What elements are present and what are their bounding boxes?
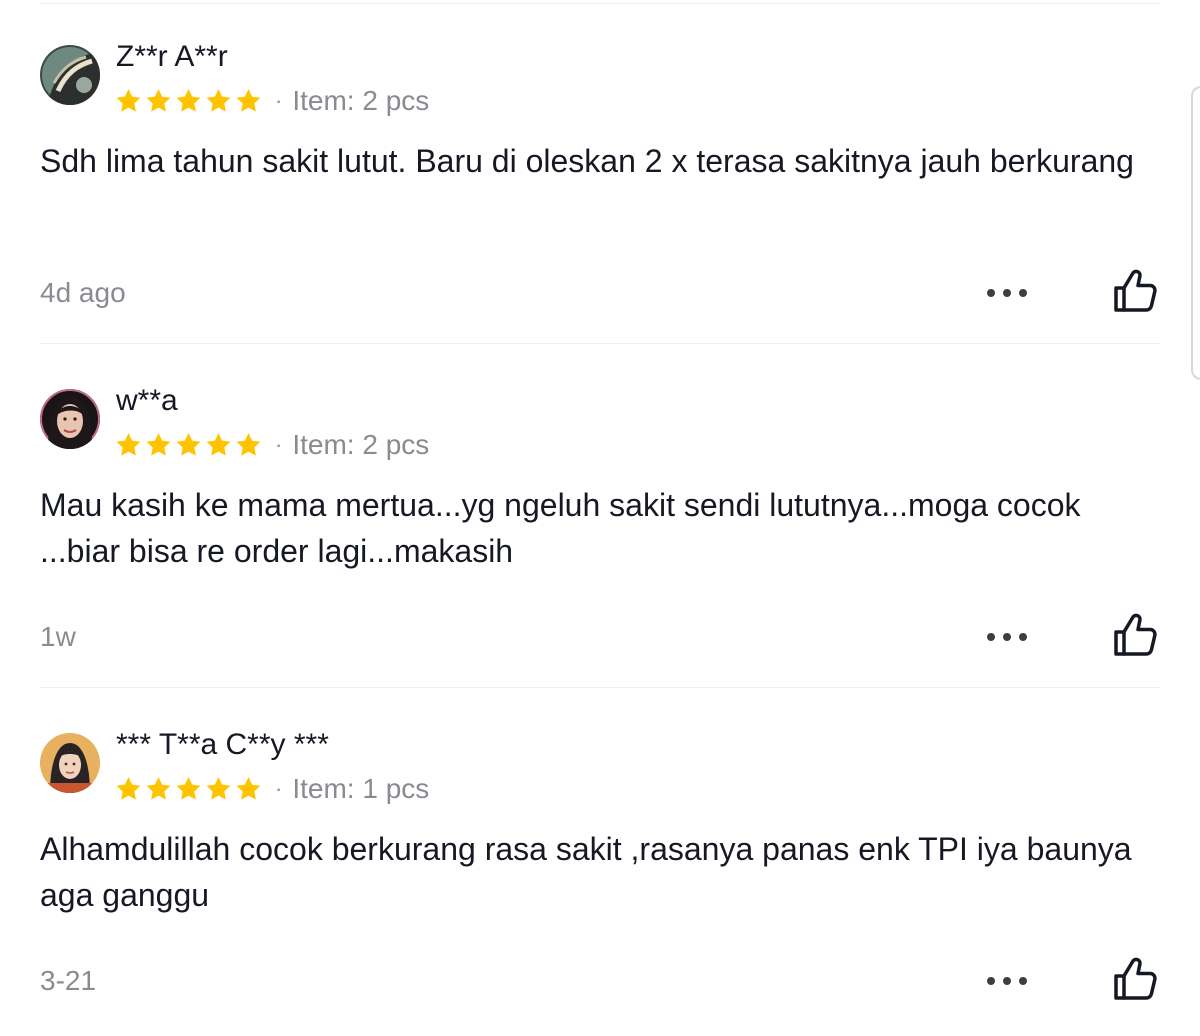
separator-dot: · xyxy=(275,432,283,457)
review-text: Mau kasih ke mama mertua...yg ngeluh sak… xyxy=(40,487,1081,569)
review-date: 3-21 xyxy=(40,965,97,996)
review-text: Alhamdulillah cocok berkurang rasa sakit… xyxy=(40,831,1132,913)
star-icon xyxy=(206,433,231,456)
star-icon xyxy=(176,777,201,800)
star-icon xyxy=(116,777,141,800)
username: Z**r A**r xyxy=(116,40,228,73)
separator-dot: · xyxy=(275,88,283,113)
star-icon xyxy=(146,777,171,800)
thumbs-up-icon xyxy=(1114,613,1157,656)
more-options-button[interactable] xyxy=(980,276,1034,310)
star-icon xyxy=(236,777,261,800)
star-icon xyxy=(116,433,141,456)
star-icon xyxy=(206,777,231,800)
like-button[interactable] xyxy=(1108,608,1162,662)
avatar[interactable] xyxy=(40,389,100,449)
review-date: 1w xyxy=(40,621,76,652)
item-variant: Item: 2 pcs xyxy=(292,429,430,460)
more-options-button[interactable] xyxy=(980,620,1034,654)
username: *** T**a C**y *** xyxy=(116,728,329,761)
more-options-button[interactable] xyxy=(980,964,1034,998)
more-options-icon xyxy=(987,289,1027,297)
star-rating xyxy=(114,431,263,459)
star-icon xyxy=(116,89,141,112)
rating-row: · Item: 2 pcs xyxy=(114,425,429,465)
star-rating xyxy=(114,775,263,803)
rating-row: · Item: 2 pcs xyxy=(114,81,429,121)
star-icon xyxy=(146,89,171,112)
star-icon xyxy=(236,89,261,112)
more-options-icon xyxy=(987,633,1027,641)
star-icon xyxy=(176,89,201,112)
review-text: Sdh lima tahun sakit lutut. Baru di oles… xyxy=(40,143,1134,179)
more-options-icon xyxy=(987,977,1027,985)
reviews-page: Z**r A**r · Item: 2 pcs Sdh lima tahun s… xyxy=(0,0,1200,1036)
like-button[interactable] xyxy=(1108,952,1162,1006)
star-icon xyxy=(206,89,231,112)
item-variant: Item: 1 pcs xyxy=(292,773,430,804)
username: w**a xyxy=(116,384,178,417)
thumbs-up-icon xyxy=(1114,269,1157,312)
like-button[interactable] xyxy=(1108,264,1162,318)
review-item: Z**r A**r · Item: 2 pcs Sdh lima tahun s… xyxy=(0,0,1200,344)
thumbs-up-icon xyxy=(1114,957,1157,1000)
review-item: w**a · Item: 2 pcs Mau kasih ke mama mer… xyxy=(0,344,1200,688)
review-date: 4d ago xyxy=(40,277,126,308)
review-item: *** T**a C**y *** · Item: 1 pcs Alhamdul… xyxy=(0,688,1200,1032)
avatar[interactable] xyxy=(40,45,100,105)
star-icon xyxy=(146,433,171,456)
avatar[interactable] xyxy=(40,733,100,793)
star-icon xyxy=(176,433,201,456)
scrollbar[interactable] xyxy=(1191,86,1200,380)
rating-row: · Item: 1 pcs xyxy=(114,769,429,809)
separator-dot: · xyxy=(275,776,283,801)
star-rating xyxy=(114,87,263,115)
item-variant: Item: 2 pcs xyxy=(292,85,430,116)
star-icon xyxy=(236,433,261,456)
